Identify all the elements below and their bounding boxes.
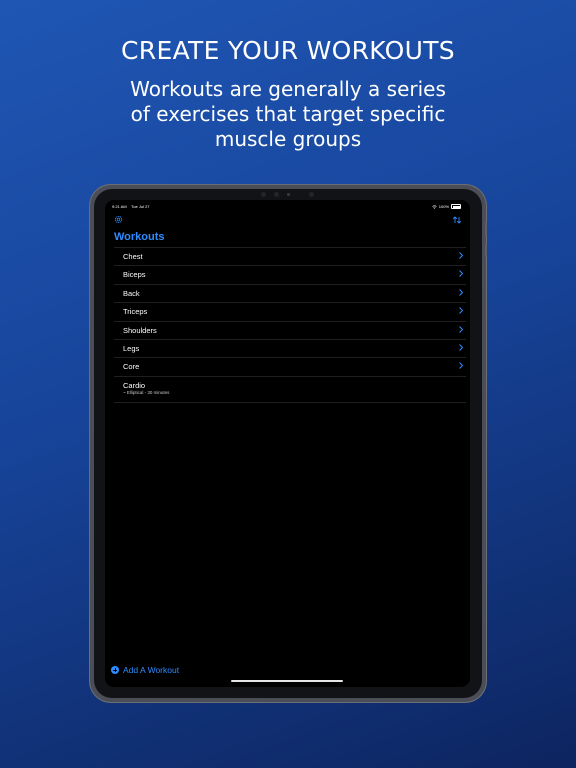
app-screen: 9:21 AM Tue Jul 27 100% Workouts Chest B…	[105, 200, 470, 687]
workout-row-core[interactable]: Core	[114, 357, 466, 375]
battery-percent: 100%	[438, 204, 449, 209]
workout-label: Back	[123, 288, 140, 298]
workout-row-cardio[interactable]: Cardio ~ Elliptical - 30 minutes	[114, 375, 466, 403]
chevron-right-icon	[459, 270, 464, 278]
workout-label: Shoulders	[123, 325, 157, 335]
sort-arrows-icon[interactable]	[452, 215, 462, 225]
gear-icon[interactable]	[114, 215, 123, 224]
chevron-right-icon	[459, 362, 464, 370]
sensor-dot	[274, 192, 279, 197]
sensor-dot	[309, 192, 314, 197]
add-workout-label: Add A Workout	[123, 665, 180, 675]
workout-label: Legs	[123, 343, 140, 353]
status-time: 9:21 AM	[112, 204, 127, 209]
workout-label: Triceps	[123, 307, 148, 317]
sensor-dot	[261, 192, 266, 197]
workout-label: Cardio	[123, 380, 146, 390]
home-indicator[interactable]	[231, 680, 343, 682]
workout-row-shoulders[interactable]: Shoulders	[114, 320, 466, 339]
status-date: Tue Jul 27	[131, 204, 150, 209]
workout-label: Biceps	[123, 270, 146, 280]
workout-label: Chest	[123, 252, 143, 261]
workout-detail: ~ Elliptical - 30 minutes	[123, 389, 170, 395]
chevron-right-icon	[459, 325, 464, 333]
workout-row-legs[interactable]: Legs	[114, 338, 466, 357]
workout-label: Core	[123, 362, 140, 372]
promo-subline: Workouts are generally a series of exerc…	[130, 77, 446, 151]
add-workout-button[interactable]: Add A Workout	[111, 665, 179, 675]
chevron-right-icon	[459, 288, 464, 296]
status-right: 100%	[432, 204, 461, 209]
camera-dot	[287, 193, 290, 196]
wifi-icon	[432, 204, 437, 209]
battery-icon	[451, 204, 461, 209]
workout-row-chest[interactable]: Chest	[114, 247, 466, 265]
workout-row-back[interactable]: Back	[114, 283, 466, 302]
promo-headline: CREATE YOUR WORKOUTS	[121, 36, 455, 65]
status-bar: 9:21 AM Tue Jul 27 100%	[105, 204, 470, 212]
volume-button	[485, 222, 487, 236]
volume-button	[485, 243, 487, 257]
chevron-right-icon	[459, 252, 464, 259]
workout-list: Chest Biceps Back Triceps Shoulders Legs…	[114, 247, 466, 403]
page-title: Workouts	[114, 231, 165, 243]
chevron-right-icon	[459, 344, 464, 351]
workout-row-triceps[interactable]: Triceps	[114, 302, 466, 320]
chevron-right-icon	[459, 307, 464, 315]
workout-row-biceps[interactable]: Biceps	[114, 265, 466, 283]
plus-circle-icon	[111, 666, 119, 674]
